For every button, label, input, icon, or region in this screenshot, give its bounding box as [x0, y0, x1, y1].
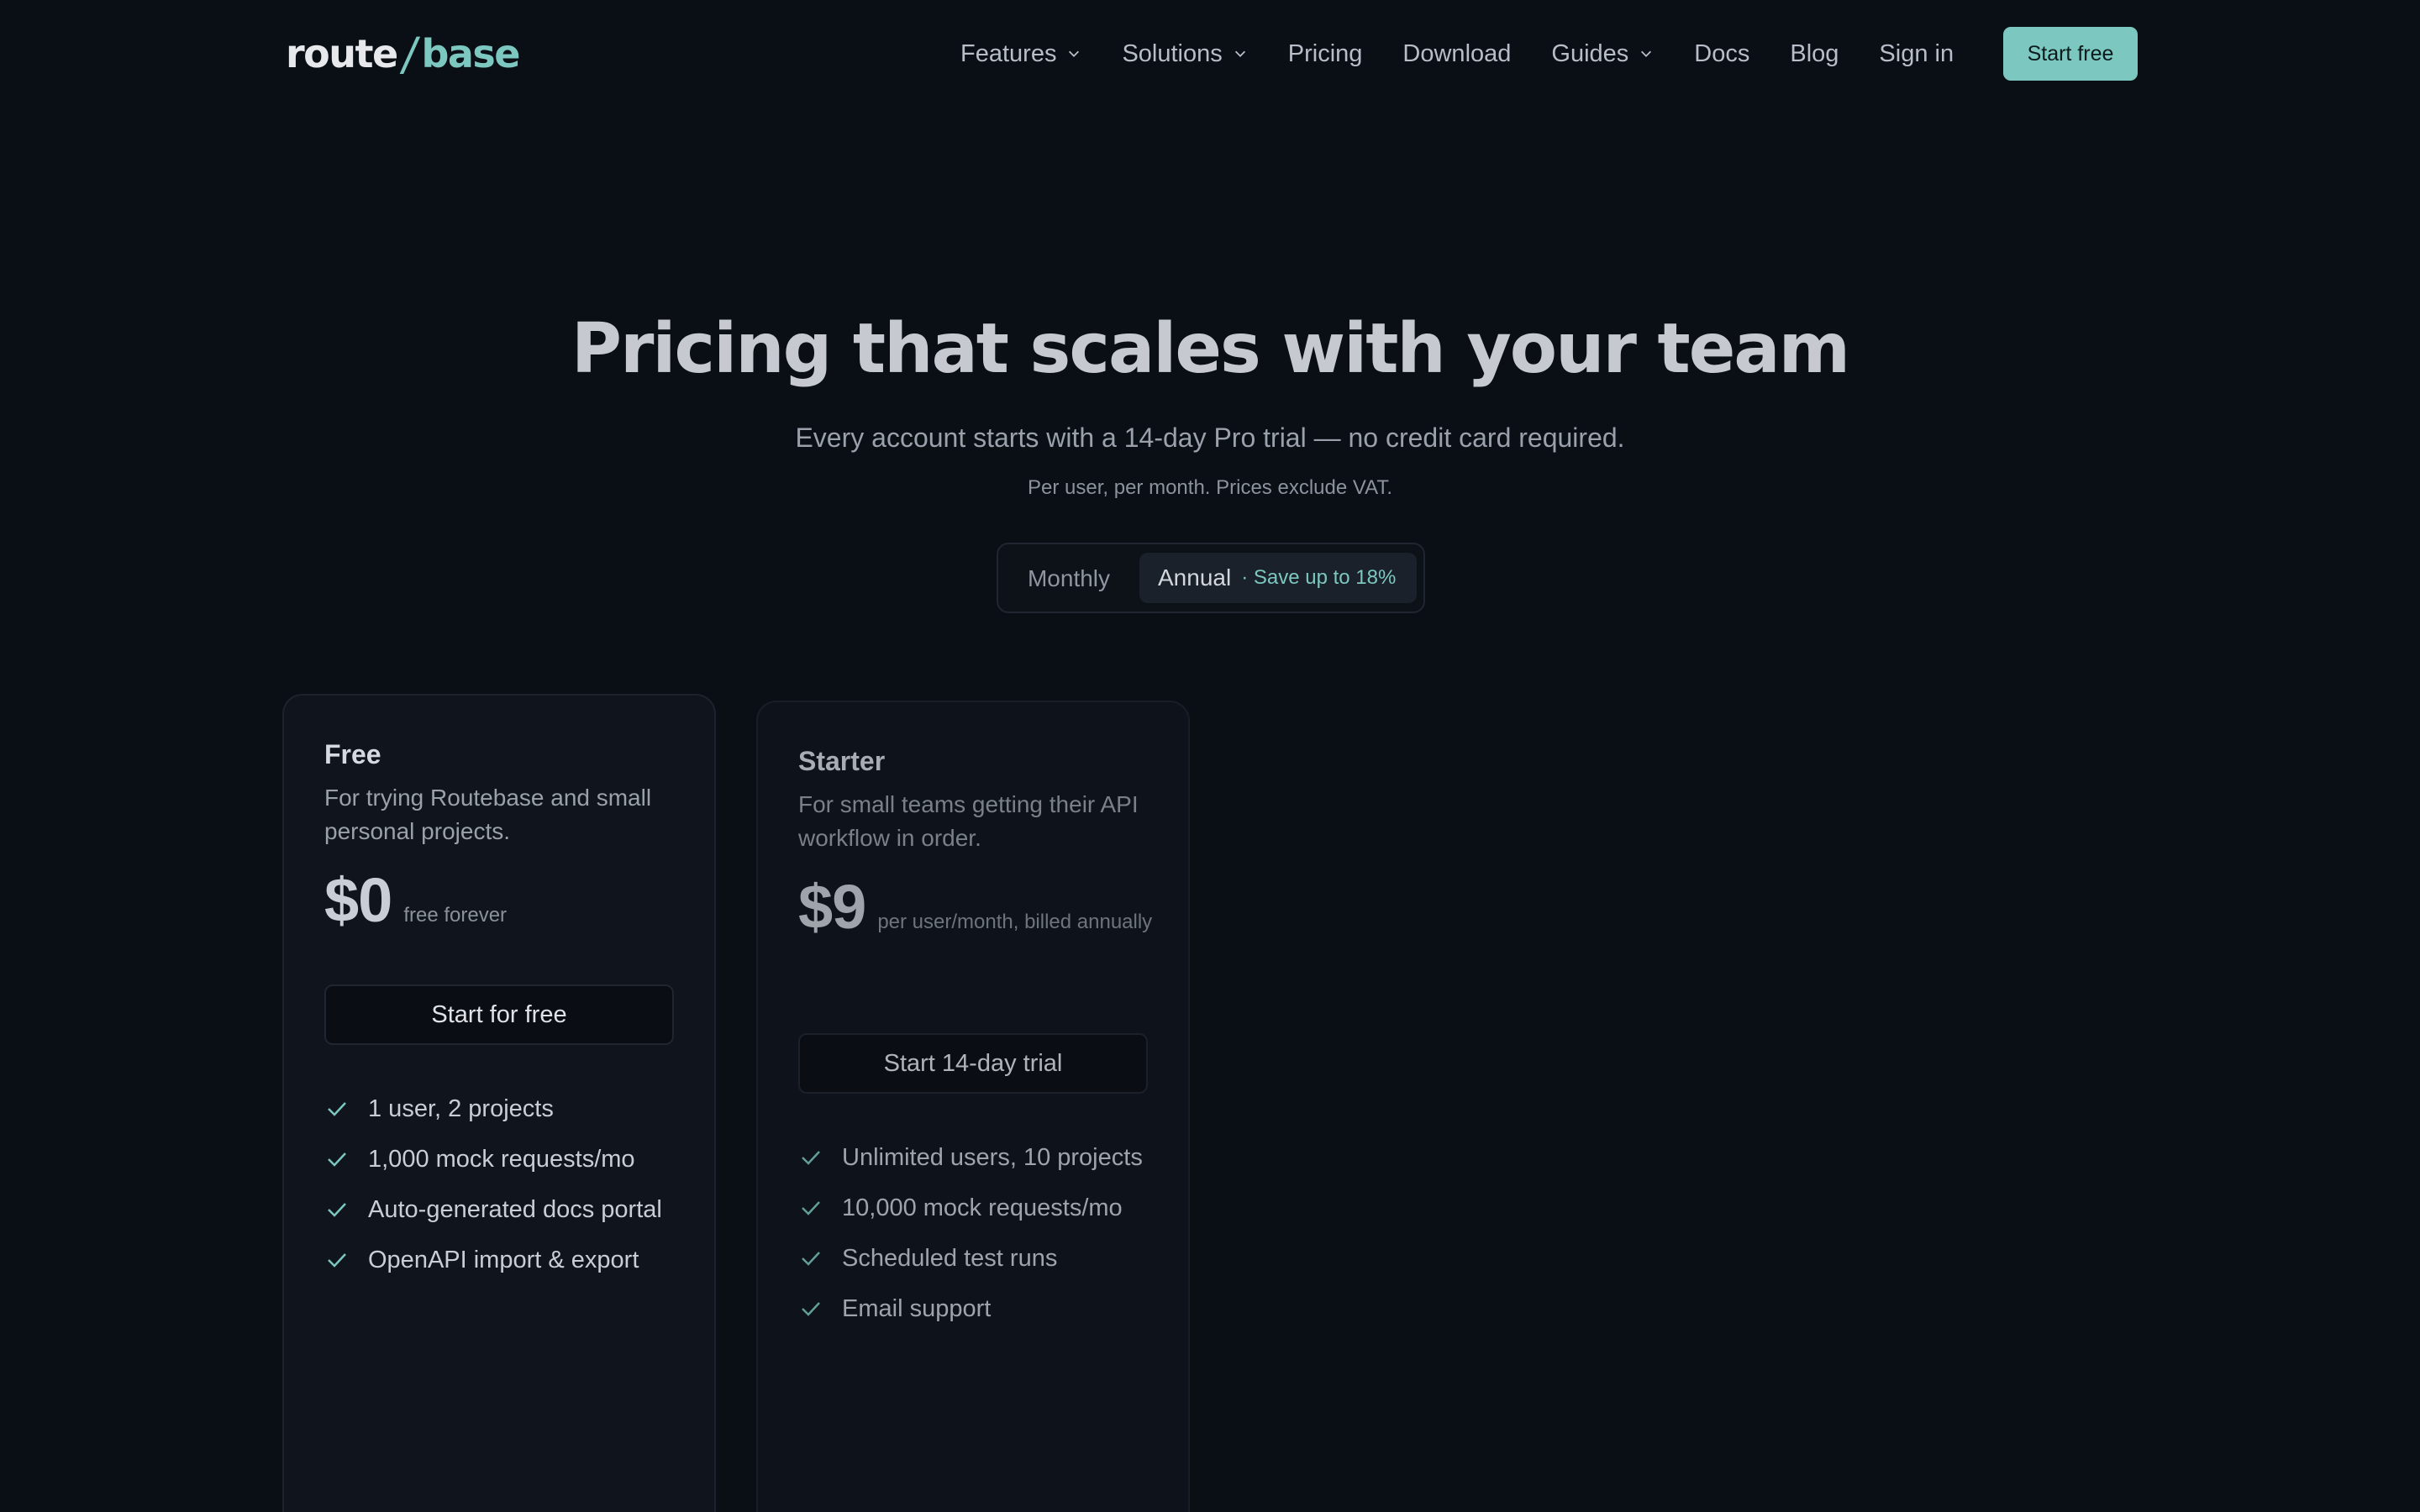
plan-features: 1 user, 2 projects 1,000 mock requests/m… [324, 1084, 662, 1285]
feature-item: Scheduled test runs [798, 1233, 1143, 1284]
plan-description: For trying Routebase and small personal … [324, 785, 652, 844]
logo-slash: / [398, 27, 420, 81]
feature-text: Scheduled test runs [842, 1244, 1058, 1272]
start-for-free-button[interactable]: Start for free [324, 984, 674, 1045]
plan-price-amount: $0 [324, 865, 392, 935]
nav-features-label: Features [960, 39, 1057, 67]
plan-price-note: per user/month, billed annually [877, 911, 1153, 933]
feature-text: 10,000 mock requests/mo [842, 1194, 1123, 1221]
plan-price-amount: $9 [798, 872, 866, 942]
billing-toggle: Monthly Annual · Save up to 18% [997, 543, 1425, 613]
start-free-button[interactable]: Start free [2003, 27, 2138, 81]
plan-price-note: free forever [403, 904, 508, 927]
check-icon [328, 1102, 346, 1116]
check-icon [802, 1302, 820, 1316]
nav-sign-in-label: Sign in [1879, 39, 1954, 67]
nav-features[interactable]: Features [960, 40, 1081, 68]
feature-text: 1,000 mock requests/mo [368, 1145, 635, 1173]
nav-blog[interactable]: Blog [1790, 40, 1839, 68]
nav-sign-in[interactable]: Sign in [1879, 40, 1954, 68]
feature-item: Email support [798, 1284, 1143, 1334]
nav-download[interactable]: Download [1402, 40, 1511, 68]
chevron-down-icon [1069, 50, 1080, 57]
feature-item: 10,000 mock requests/mo [798, 1183, 1143, 1233]
plan-card-starter: Starter For small teams getting their AP… [756, 701, 1190, 1512]
pricing-note: Per user, per month. Prices exclude VAT. [1028, 476, 1392, 499]
nav-blog-label: Blog [1790, 39, 1839, 67]
plan-price: $9 per user/month, billed annually [798, 876, 1168, 947]
nav-docs-label: Docs [1694, 39, 1750, 67]
plan-features: Unlimited users, 10 projects 10,000 mock… [798, 1132, 1143, 1334]
start-trial-button[interactable]: Start 14-day trial [798, 1033, 1148, 1094]
feature-item: Auto-generated docs portal [324, 1184, 662, 1235]
feature-text: OpenAPI import & export [368, 1246, 639, 1273]
logo-word-base: base [421, 31, 520, 76]
site-header: route / base Features Solutions Pricing Do… [0, 0, 2420, 108]
feature-text: 1 user, 2 projects [368, 1095, 554, 1122]
feature-item: 1 user, 2 projects [324, 1084, 662, 1134]
feature-item: OpenAPI import & export [324, 1235, 662, 1285]
feature-text: Email support [842, 1294, 992, 1322]
feature-item: 1,000 mock requests/mo [324, 1134, 662, 1184]
check-icon [802, 1252, 820, 1266]
main-nav: Features Solutions Pricing Download Guid… [960, 29, 1994, 79]
feature-item: Unlimited users, 10 projects [798, 1132, 1143, 1183]
check-icon [328, 1203, 346, 1217]
hero-subtitle: Every account starts with a 14-day Pro t… [795, 423, 1625, 453]
check-icon [328, 1152, 346, 1167]
nav-solutions-label: Solutions [1122, 39, 1223, 67]
nav-guides-label: Guides [1551, 39, 1629, 67]
plan-description: For small teams getting their API workfl… [798, 791, 1139, 851]
check-icon [802, 1201, 820, 1215]
plan-price: $0 free forever [324, 869, 694, 940]
annual-savings-badge: · Save up to 18% [1241, 566, 1397, 589]
feature-text: Auto-generated docs portal [368, 1195, 662, 1223]
billing-annual-label: Annual [1158, 564, 1232, 591]
nav-pricing[interactable]: Pricing [1288, 40, 1363, 68]
billing-monthly-option[interactable]: Monthly [1012, 554, 1126, 603]
nav-guides[interactable]: Guides [1551, 40, 1654, 68]
plan-name: Free [324, 739, 381, 769]
nav-pricing-label: Pricing [1287, 39, 1363, 67]
nav-docs[interactable]: Docs [1694, 40, 1749, 68]
nav-download-label: Download [1402, 39, 1512, 67]
check-icon [328, 1253, 346, 1268]
feature-text: Unlimited users, 10 projects [842, 1143, 1143, 1171]
chevron-down-icon [1641, 50, 1652, 57]
billing-annual-option[interactable]: Annual · Save up to 18% [1139, 553, 1417, 603]
check-icon [802, 1151, 820, 1165]
page-title: Pricing that scales with your team [571, 309, 1850, 389]
plan-card-free: Free For trying Routebase and small pers… [282, 694, 716, 1512]
chevron-down-icon [1234, 50, 1245, 57]
plan-name: Starter [798, 746, 886, 776]
logo-word-route: route [286, 31, 398, 76]
logo[interactable]: route / base [286, 27, 520, 81]
nav-solutions[interactable]: Solutions [1122, 40, 1247, 68]
